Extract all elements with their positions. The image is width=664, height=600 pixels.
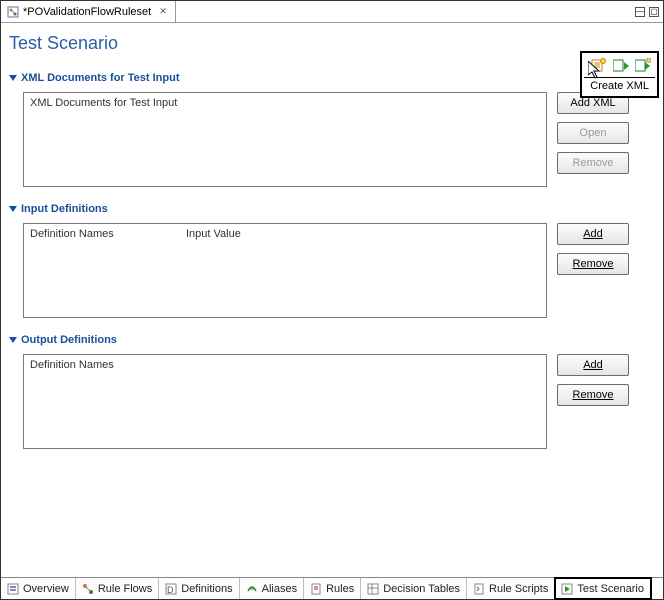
run-config-icon[interactable] [635,57,651,73]
editor-body: Test Scenario Create XML [1,23,663,577]
minimize-button[interactable]: — [635,7,645,17]
test-scenario-icon [561,583,573,595]
aliases-icon [246,583,258,595]
tab-label: Rules [326,583,354,595]
chevron-down-icon [9,206,17,212]
section-toggle-xml[interactable]: XML Documents for Test Input [9,66,655,92]
editor-page-tabs: Overview Rule Flows D Definitions Aliase… [1,577,663,599]
output-definitions-buttons: Add Remove [557,354,629,406]
section-title: Output Definitions [21,334,117,346]
tab-decision-tables[interactable]: Decision Tables [361,578,467,599]
open-xml-button[interactable]: Open [557,122,629,144]
remove-input-button[interactable]: Remove [557,253,629,275]
overview-icon [7,583,19,595]
editor-tab[interactable]: *POValidationFlowRuleset ✕ [1,1,176,22]
create-xml-tooltip: Create XML [584,77,655,94]
tab-label: Aliases [262,583,297,595]
rule-flows-icon [82,583,94,595]
tab-definitions[interactable]: D Definitions [159,578,239,599]
rule-scripts-icon [473,583,485,595]
section-title: XML Documents for Test Input [21,72,180,84]
window-controls: — ▢ [635,7,663,17]
input-definitions-list[interactable]: Definition Names Input Value [23,223,547,318]
xml-documents-buttons: Add XML Open Remove [557,92,629,174]
editor-window: *POValidationFlowRuleset ✕ — ▢ Test Scen… [0,0,664,600]
tab-label: Overview [23,583,69,595]
run-play-icon[interactable] [613,57,629,73]
maximize-button[interactable]: ▢ [649,7,659,17]
input-col-definition-names: Definition Names [30,228,186,240]
editor-tab-bar: *POValidationFlowRuleset ✕ — ▢ [1,1,663,23]
tab-rules[interactable]: Rules [304,578,361,599]
create-xml-icon[interactable] [591,57,607,73]
xml-toolbar: Create XML [580,51,659,98]
remove-xml-button[interactable]: Remove [557,152,629,174]
tab-aliases[interactable]: Aliases [240,578,304,599]
output-col-definition-names: Definition Names [30,359,114,371]
tab-label: Rule Scripts [489,583,548,595]
close-tab-icon[interactable]: ✕ [159,6,167,17]
decision-tables-icon [367,583,379,595]
tab-rule-scripts[interactable]: Rule Scripts [467,578,555,599]
section-xml-documents: XML Documents for Test Input XML Documen… [1,60,663,191]
tab-label: Rule Flows [98,583,152,595]
section-toggle-output[interactable]: Output Definitions [9,328,655,354]
input-col-input-value: Input Value [186,228,241,240]
input-definitions-buttons: Add Remove [557,223,629,275]
tab-label: Definitions [181,583,232,595]
remove-output-button[interactable]: Remove [557,384,629,406]
definitions-icon: D [165,583,177,595]
section-input-definitions: Input Definitions Definition Names Input… [1,191,663,322]
page-title: Test Scenario [1,23,663,60]
tab-test-scenario[interactable]: Test Scenario [555,578,651,599]
add-input-button[interactable]: Add [557,223,629,245]
chevron-down-icon [9,75,17,81]
add-output-button[interactable]: Add [557,354,629,376]
chevron-down-icon [9,337,17,343]
tab-label: Decision Tables [383,583,460,595]
section-output-definitions: Output Definitions Definition Names Add … [1,322,663,453]
xml-documents-list[interactable]: XML Documents for Test Input [23,92,547,187]
tab-overview[interactable]: Overview [1,578,76,599]
output-definitions-list[interactable]: Definition Names [23,354,547,449]
section-toggle-input[interactable]: Input Definitions [9,197,655,223]
editor-tab-title: *POValidationFlowRuleset [23,6,151,18]
tab-label: Test Scenario [577,583,644,595]
section-title: Input Definitions [21,203,108,215]
svg-text:D: D [167,585,174,595]
tab-rule-flows[interactable]: Rule Flows [76,578,159,599]
rules-icon [310,583,322,595]
xml-documents-list-header: XML Documents for Test Input [30,97,177,109]
ruleset-file-icon [7,6,19,18]
